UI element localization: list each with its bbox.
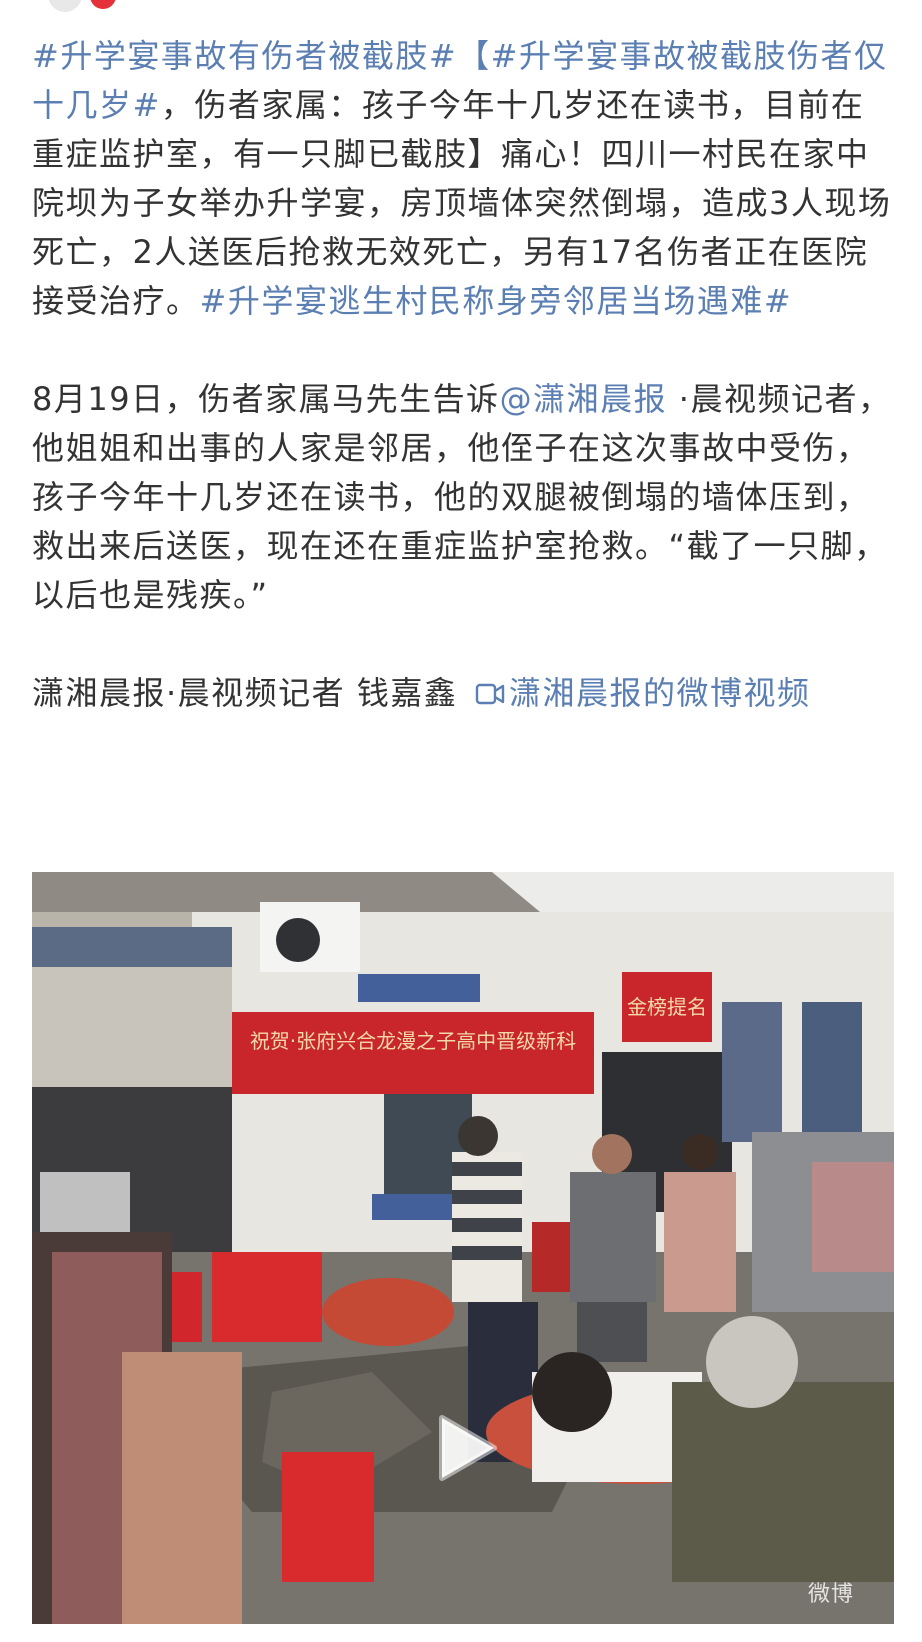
mention-link[interactable]: @潇湘晨报 [500,380,668,418]
reporter-credit: 潇湘晨报·晨视频记者 钱嘉鑫 [32,674,470,712]
post-body: #升学宴事故有伤者被截肢#【#升学宴事故被截肢伤者仅十几岁#，伤者家属：孩子今年… [32,32,894,718]
hashtag-link[interactable]: #升学宴事故有伤者被截肢# [32,37,457,75]
bottom-margin [0,1624,922,1642]
notification-badge-icon [90,0,116,9]
play-icon[interactable] [432,1412,500,1484]
svg-text:金榜提名: 金榜提名 [627,995,707,1019]
watermark: 微博 [807,1581,854,1606]
video-thumbnail[interactable]: 祝贺·张府兴合龙漫之子高中晋级新科 金榜提名 微博 [32,872,894,1624]
video-scene: 祝贺·张府兴合龙漫之子高中晋级新科 金榜提名 [32,872,894,1624]
header-stub [48,0,208,12]
red-banner [232,1012,594,1094]
video-camera-icon [475,683,505,705]
post-text: 8月19日，伤者家属马先生告诉 [32,380,500,418]
post-paragraph-1: #升学宴事故有伤者被截肢#【#升学宴事故被截肢伤者仅十几岁#，伤者家属：孩子今年… [32,32,894,326]
svg-text:祝贺·张府兴合龙漫之子高中晋级新科: 祝贺·张府兴合龙漫之子高中晋级新科 [250,1029,576,1053]
post-paragraph-3: 潇湘晨报·晨视频记者 钱嘉鑫 潇湘晨报的微博视频 [32,669,894,718]
hashtag-link[interactable]: #升学宴逃生村民称身旁邻居当场遇难# [200,282,793,320]
video-link[interactable]: 潇湘晨报的微博视频 [469,674,811,712]
avatar[interactable] [48,0,82,12]
red-stool [282,1452,374,1582]
video-link-label: 潇湘晨报的微博视频 [509,674,811,712]
post-paragraph-2: 8月19日，伤者家属马先生告诉@潇湘晨报 ·晨视频记者，他姐姐和出事的人家是邻居… [32,375,894,620]
